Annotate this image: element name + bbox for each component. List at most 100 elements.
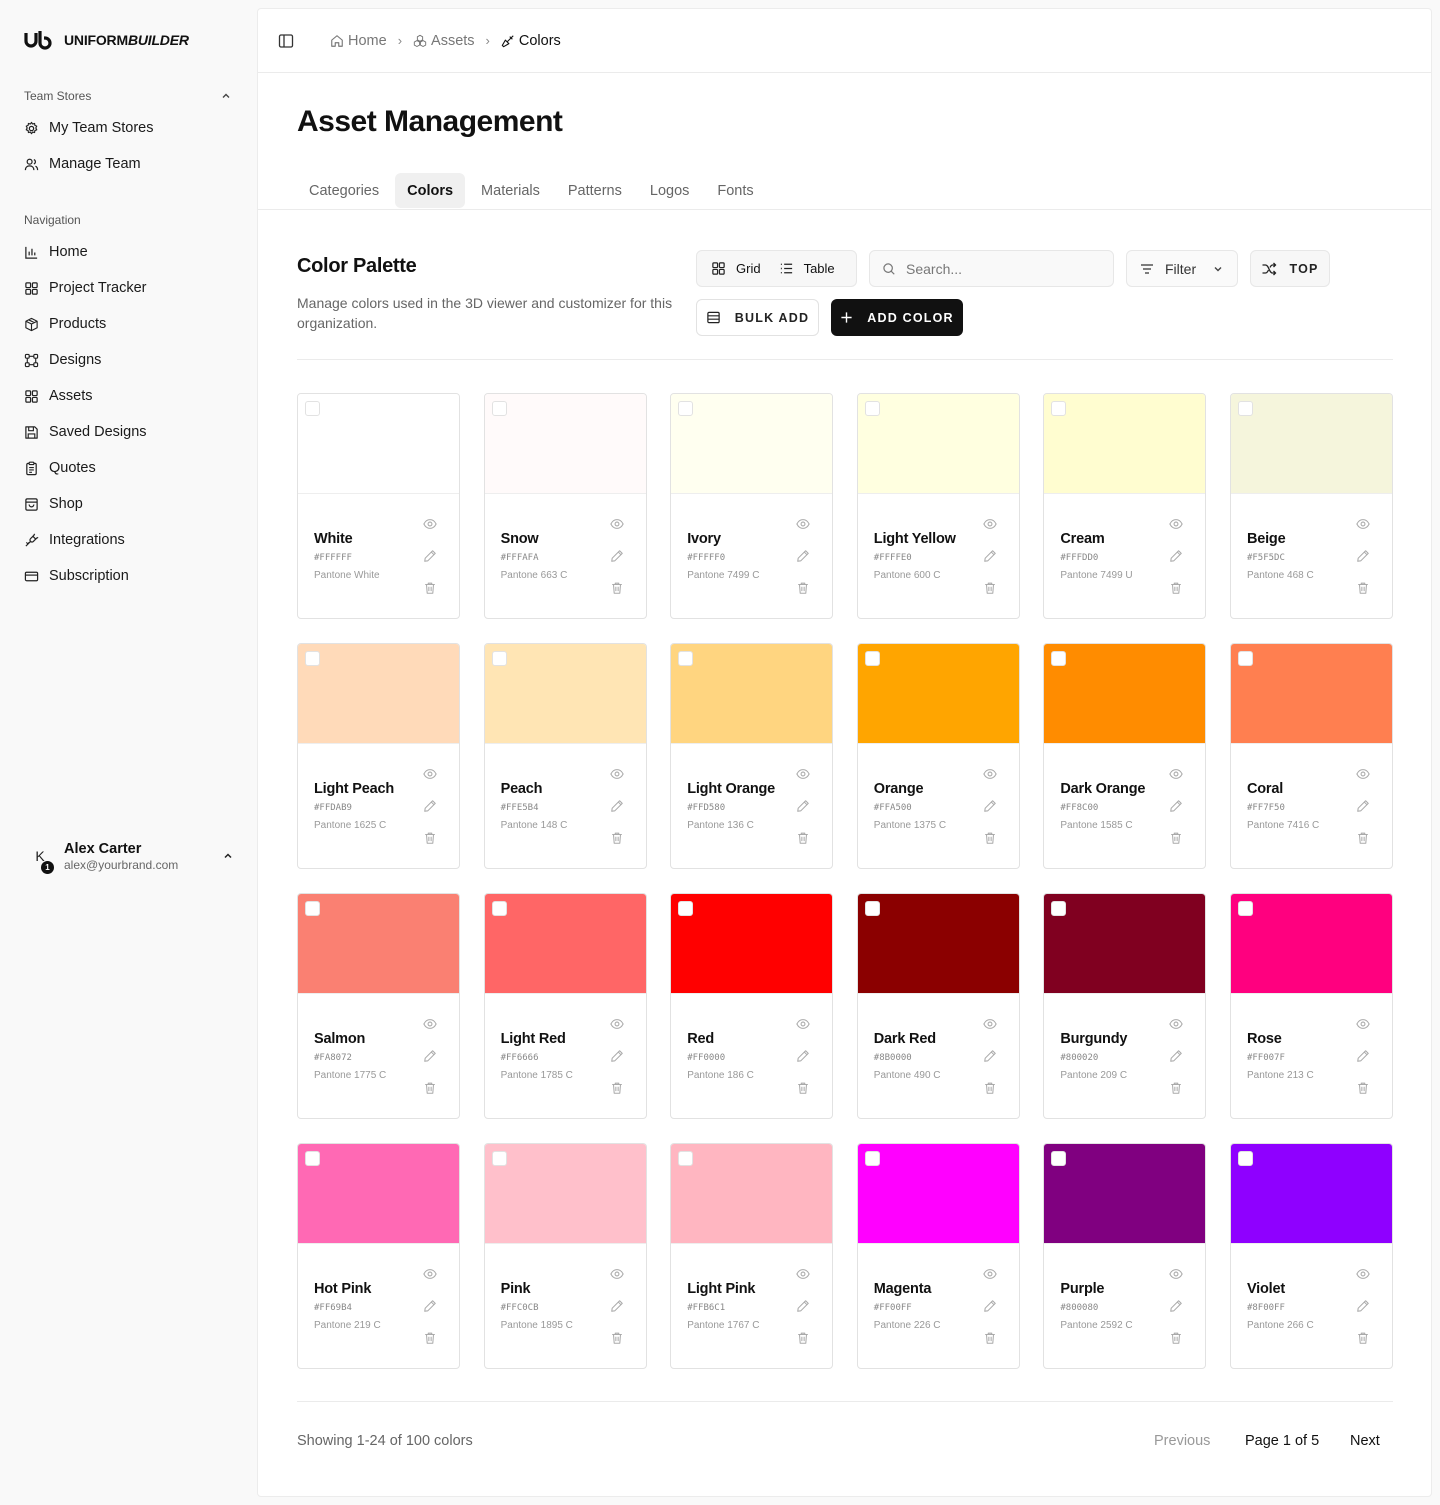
select-checkbox[interactable]: [491, 401, 507, 416]
eye-icon[interactable]: [609, 1267, 624, 1281]
select-checkbox[interactable]: [1237, 1151, 1253, 1166]
trash-icon[interactable]: [610, 1081, 624, 1095]
sidebar-item-manage-team[interactable]: Manage Team: [24, 154, 141, 174]
trash-icon[interactable]: [610, 1331, 624, 1345]
eye-icon[interactable]: [423, 1267, 437, 1281]
select-checkbox[interactable]: [678, 901, 694, 916]
eye-icon[interactable]: [1356, 1267, 1370, 1281]
select-checkbox[interactable]: [1237, 401, 1253, 416]
select-checkbox[interactable]: [305, 901, 320, 916]
eye-icon[interactable]: [423, 1017, 437, 1031]
eye-icon[interactable]: [609, 1017, 624, 1031]
color-card[interactable]: Hot Pink #FF69B4 Pantone 219 C: [297, 1143, 460, 1369]
sidebar-item-home[interactable]: Home: [24, 242, 88, 262]
trash-icon[interactable]: [1169, 831, 1183, 845]
eye-icon[interactable]: [1169, 1017, 1184, 1031]
breadcrumb-colors[interactable]: Colors: [501, 33, 561, 49]
color-card[interactable]: Pink #FFC0CB Pantone 1895 C: [483, 1143, 647, 1369]
edit-icon[interactable]: [796, 1049, 810, 1063]
select-checkbox[interactable]: [678, 401, 694, 416]
eye-icon[interactable]: [983, 1267, 997, 1281]
select-checkbox[interactable]: [1237, 901, 1253, 916]
sidebar-toggle-icon[interactable]: [278, 33, 294, 49]
eye-icon[interactable]: [983, 767, 997, 781]
eye-icon[interactable]: [1169, 517, 1184, 531]
edit-icon[interactable]: [796, 799, 810, 813]
eye-icon[interactable]: [1356, 1017, 1370, 1031]
edit-icon[interactable]: [1356, 1299, 1370, 1313]
trash-icon[interactable]: [983, 1331, 997, 1345]
edit-icon[interactable]: [423, 549, 437, 563]
select-checkbox[interactable]: [864, 401, 880, 416]
color-card[interactable]: Peach #FFE5B4 Pantone 148 C: [483, 643, 647, 869]
select-checkbox[interactable]: [1051, 901, 1067, 916]
edit-icon[interactable]: [610, 1049, 624, 1063]
trash-icon[interactable]: [1169, 1081, 1183, 1095]
filter-dropdown[interactable]: Filter: [1126, 250, 1238, 287]
select-checkbox[interactable]: [678, 651, 694, 666]
color-card[interactable]: Rose #FF007F Pantone 213 C: [1229, 893, 1393, 1119]
top-sort-button[interactable]: TOP: [1250, 250, 1330, 287]
trash-icon[interactable]: [796, 1081, 810, 1095]
trash-icon[interactable]: [983, 581, 997, 595]
edit-icon[interactable]: [1169, 549, 1183, 563]
trash-icon[interactable]: [610, 831, 624, 845]
color-card[interactable]: Coral #FF7F50 Pantone 7416 C: [1229, 643, 1393, 869]
sidebar-item-integrations[interactable]: Integrations: [24, 530, 125, 550]
color-card[interactable]: Burgundy #800020 Pantone 209 C: [1043, 893, 1207, 1119]
edit-icon[interactable]: [796, 1299, 810, 1313]
sidebar-item-products[interactable]: Products: [24, 314, 106, 334]
eye-icon[interactable]: [1356, 517, 1370, 531]
select-checkbox[interactable]: [491, 1151, 507, 1166]
trash-icon[interactable]: [1356, 581, 1370, 595]
next-page-button[interactable]: Next: [1350, 1433, 1380, 1449]
trash-icon[interactable]: [423, 1331, 437, 1345]
eye-icon[interactable]: [423, 767, 437, 781]
table-view-button[interactable]: Table: [775, 251, 849, 286]
trash-icon[interactable]: [610, 581, 624, 595]
edit-icon[interactable]: [983, 1299, 997, 1313]
color-card[interactable]: Light Orange #FFD580 Pantone 136 C: [670, 643, 834, 869]
eye-icon[interactable]: [423, 517, 437, 531]
select-checkbox[interactable]: [864, 1151, 880, 1166]
select-checkbox[interactable]: [1237, 651, 1253, 666]
trash-icon[interactable]: [1356, 1081, 1370, 1095]
tab-colors[interactable]: Colors: [395, 173, 466, 208]
trash-icon[interactable]: [423, 1081, 437, 1095]
eye-icon[interactable]: [609, 517, 624, 531]
select-checkbox[interactable]: [491, 901, 507, 916]
edit-icon[interactable]: [610, 1299, 624, 1313]
color-card[interactable]: Light Peach #FFDAB9 Pantone 1625 C: [297, 643, 460, 869]
color-card[interactable]: Light Pink #FFB6C1 Pantone 1767 C: [670, 1143, 834, 1369]
select-checkbox[interactable]: [305, 1151, 320, 1166]
trash-icon[interactable]: [1356, 1331, 1370, 1345]
sidebar-item-my-team-stores[interactable]: My Team Stores: [24, 118, 154, 138]
color-card[interactable]: Ivory #FFFFF0 Pantone 7499 C: [670, 393, 834, 619]
color-card[interactable]: Purple #800080 Pantone 2592 C: [1043, 1143, 1207, 1369]
sidebar-item-quotes[interactable]: Quotes: [24, 458, 96, 478]
tab-logos[interactable]: Logos: [638, 173, 702, 208]
sidebar-item-project-tracker[interactable]: Project Tracker: [24, 278, 147, 298]
bulk-add-button[interactable]: BULK ADD: [696, 299, 819, 336]
trash-icon[interactable]: [796, 1331, 810, 1345]
edit-icon[interactable]: [983, 549, 997, 563]
color-card[interactable]: Light Red #FF6666 Pantone 1785 C: [483, 893, 647, 1119]
breadcrumb-assets[interactable]: Assets: [413, 33, 475, 49]
sidebar-item-designs[interactable]: Designs: [24, 350, 101, 370]
edit-icon[interactable]: [983, 1049, 997, 1063]
eye-icon[interactable]: [609, 767, 624, 781]
tab-patterns[interactable]: Patterns: [556, 173, 634, 208]
eye-icon[interactable]: [796, 767, 810, 781]
trash-icon[interactable]: [1169, 581, 1183, 595]
trash-icon[interactable]: [796, 831, 810, 845]
trash-icon[interactable]: [423, 581, 437, 595]
edit-icon[interactable]: [1356, 549, 1370, 563]
color-card[interactable]: Orange #FFA500 Pantone 1375 C: [856, 643, 1020, 869]
brand-logo[interactable]: UNIFORMBUILDER: [24, 30, 189, 50]
edit-icon[interactable]: [1169, 799, 1183, 813]
edit-icon[interactable]: [983, 799, 997, 813]
select-checkbox[interactable]: [864, 901, 880, 916]
eye-icon[interactable]: [796, 1267, 810, 1281]
edit-icon[interactable]: [1169, 1299, 1183, 1313]
eye-icon[interactable]: [983, 517, 997, 531]
